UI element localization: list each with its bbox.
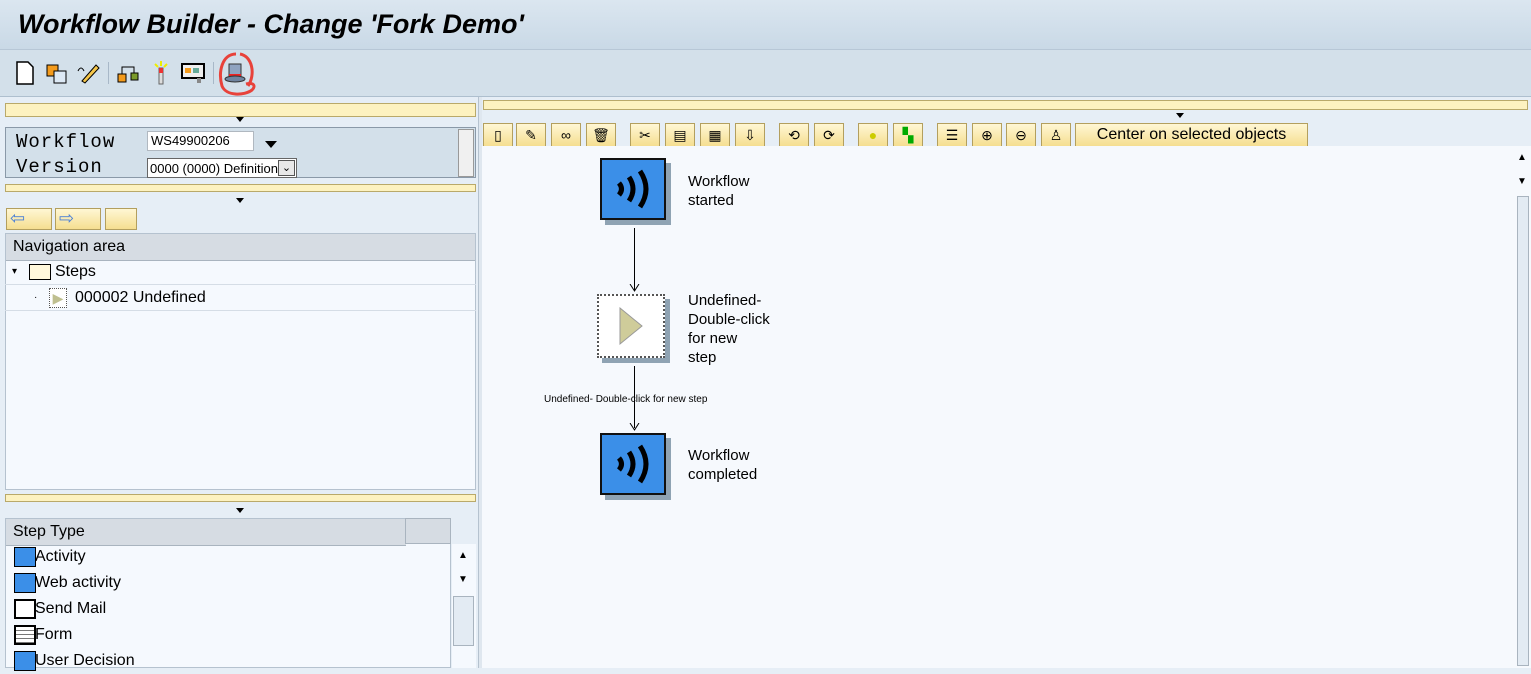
collapsed-container-strip[interactable] bbox=[483, 100, 1528, 110]
toolbar-separator bbox=[108, 62, 109, 84]
arrow-head-icon bbox=[629, 284, 640, 292]
undo-button[interactable]: ⟲ bbox=[779, 123, 809, 147]
create-button[interactable]: ▯ bbox=[483, 123, 513, 147]
activity-icon bbox=[14, 547, 36, 567]
step-type-header: Step Type bbox=[6, 519, 406, 546]
column-header-blank bbox=[405, 518, 451, 544]
step-type-web-activity[interactable]: Web activity bbox=[5, 570, 451, 596]
send-mail-icon bbox=[14, 599, 36, 619]
step-type-send-mail[interactable]: Send Mail bbox=[5, 596, 451, 622]
red-annotation-circle bbox=[219, 52, 256, 96]
workflow-label: Workflow bbox=[16, 131, 116, 153]
form-scrollbar[interactable] bbox=[458, 129, 474, 177]
center-on-selected-button[interactable]: Center on selected objects bbox=[1075, 123, 1308, 147]
undefined-step-node[interactable] bbox=[597, 294, 665, 358]
expand-icon[interactable]: ▾ bbox=[12, 259, 17, 285]
paste-button[interactable]: ▦ bbox=[700, 123, 730, 147]
redo-button[interactable]: ⟳ bbox=[814, 123, 844, 147]
step-type-form[interactable]: Form bbox=[5, 622, 451, 648]
expand-arrow-icon[interactable] bbox=[236, 198, 244, 203]
edge-label: Undefined- Double-click for new step bbox=[544, 394, 708, 405]
scroll-up-icon[interactable]: ▲ bbox=[1517, 152, 1527, 163]
edge-line bbox=[634, 228, 635, 290]
workflow-dropdown-icon[interactable] bbox=[265, 141, 277, 148]
user-decision-icon bbox=[14, 651, 36, 671]
copy-button[interactable]: ▤ bbox=[665, 123, 695, 147]
workflow-structure-icon[interactable] bbox=[116, 60, 142, 86]
wizard-icon[interactable] bbox=[148, 60, 174, 86]
title-bar: Workflow Builder - Change 'Fork Demo' bbox=[0, 0, 1531, 50]
tree-node-steps[interactable]: ▾ Steps bbox=[5, 259, 476, 285]
cut-button[interactable]: ✂ bbox=[630, 123, 660, 147]
scroll-up-icon[interactable]: ▲ bbox=[458, 550, 468, 561]
window-title: Workflow Builder - Change 'Fork Demo' bbox=[18, 9, 524, 39]
expand-arrow-icon[interactable] bbox=[236, 508, 244, 513]
step-type-label: Form bbox=[35, 626, 73, 643]
arrow-head-icon bbox=[629, 423, 640, 431]
version-select[interactable]: 0000 (0000) Definition bbox=[147, 158, 297, 178]
link-button[interactable]: ∞ bbox=[551, 123, 581, 147]
scroll-thumb[interactable] bbox=[1517, 196, 1529, 666]
zoom-in-button[interactable]: ⊕ bbox=[972, 123, 1002, 147]
scroll-down-icon[interactable]: ▼ bbox=[1517, 176, 1527, 187]
undefined-step-icon: ▶ bbox=[49, 288, 67, 308]
expand-arrow-icon[interactable] bbox=[236, 117, 244, 122]
overview-button[interactable] bbox=[105, 208, 137, 230]
new-document-icon[interactable] bbox=[12, 60, 38, 86]
workflow-form: Workflow WS49900206 Version 0000 (0000) … bbox=[5, 127, 476, 178]
step-type-label: User Decision bbox=[35, 652, 135, 669]
diagram-canvas[interactable] bbox=[482, 146, 1531, 668]
tree-node-step[interactable]: · ▶ 000002 Undefined bbox=[5, 285, 476, 311]
change-pencil-icon[interactable] bbox=[76, 60, 102, 86]
workflow-started-node[interactable] bbox=[600, 158, 666, 220]
chevron-down-icon[interactable]: ⌄ bbox=[278, 160, 295, 176]
canvas-scrollbar[interactable]: ▲ ▼ bbox=[1515, 146, 1531, 668]
event-icon bbox=[616, 444, 649, 484]
steps-label: Steps bbox=[55, 263, 96, 280]
folder-icon bbox=[29, 264, 51, 280]
copy-objects-icon[interactable] bbox=[44, 60, 70, 86]
bullet: · bbox=[34, 292, 38, 303]
form-icon bbox=[14, 625, 36, 645]
step-type-activity[interactable]: Activity bbox=[5, 544, 451, 570]
step-type-scrollbar[interactable]: ▲ ▼ bbox=[452, 544, 476, 668]
node-label: Undefined- Double-click for new step bbox=[688, 292, 770, 366]
collapsed-container-strip[interactable] bbox=[5, 184, 476, 192]
forward-button[interactable]: ⇨ bbox=[55, 208, 101, 230]
step-type-label: Activity bbox=[35, 548, 86, 565]
web-activity-icon bbox=[14, 573, 36, 593]
collapsed-container-strip[interactable] bbox=[5, 103, 476, 117]
event-icon bbox=[616, 169, 649, 209]
step-type-user-decision[interactable]: User Decision bbox=[5, 648, 451, 674]
back-button[interactable]: ⇦ bbox=[6, 208, 52, 230]
node-label: Workflow completed bbox=[688, 447, 758, 483]
node-label: Workflow started bbox=[688, 173, 750, 209]
undefined-step-icon bbox=[619, 306, 643, 346]
scroll-thumb[interactable] bbox=[453, 596, 474, 646]
edit-button[interactable]: ✎ bbox=[516, 123, 546, 147]
scroll-down-icon[interactable]: ▼ bbox=[458, 574, 468, 585]
delete-button[interactable]: 🗑 bbox=[586, 123, 616, 147]
navigation-header: Navigation area bbox=[6, 234, 475, 261]
condition-button[interactable]: ● bbox=[858, 123, 888, 147]
expand-arrow-icon[interactable] bbox=[1176, 113, 1184, 118]
zoom-out-button[interactable]: ⊖ bbox=[1006, 123, 1036, 147]
step-type-label: Send Mail bbox=[35, 600, 107, 617]
insert-button[interactable]: ⇩ bbox=[735, 123, 765, 147]
version-value: 0000 (0000) Definition bbox=[150, 161, 278, 176]
version-label: Version bbox=[16, 156, 103, 178]
screen-display-icon[interactable] bbox=[180, 60, 206, 86]
step-label: 000002 Undefined bbox=[75, 289, 206, 306]
layout-button[interactable]: ▚ bbox=[893, 123, 923, 147]
collapsed-container-strip[interactable] bbox=[5, 494, 476, 502]
align-button[interactable]: ☰ bbox=[937, 123, 967, 147]
workflow-completed-node[interactable] bbox=[600, 433, 666, 495]
step-type-label: Web activity bbox=[35, 574, 121, 591]
workflow-input[interactable]: WS49900206 bbox=[147, 131, 254, 151]
agent-button[interactable]: ♙ bbox=[1041, 123, 1071, 147]
